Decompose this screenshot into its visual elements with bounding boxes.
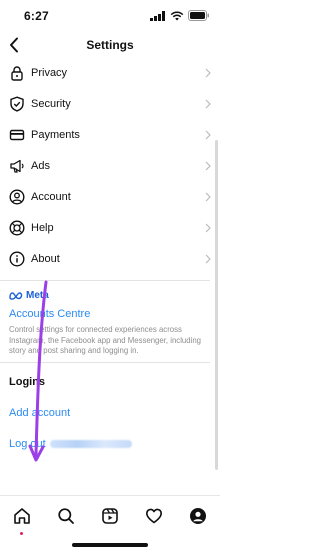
person-icon [9, 189, 25, 205]
megaphone-icon [9, 158, 25, 174]
lock-icon [9, 65, 25, 81]
tab-bar [0, 495, 220, 550]
profile-icon [190, 508, 206, 524]
divider [0, 362, 210, 363]
settings-item-label: Payments [31, 129, 80, 141]
chevron-right-icon [205, 161, 211, 171]
status-bar: 6:27 [0, 0, 220, 30]
nav-bar: Settings [0, 30, 220, 60]
meta-section: Meta Accounts Centre Control settings fo… [9, 288, 209, 357]
settings-item-label: Ads [31, 160, 50, 172]
scrollbar[interactable] [215, 140, 218, 470]
divider [0, 280, 210, 281]
tab-profile[interactable] [186, 504, 210, 528]
settings-item-account[interactable]: Account [0, 182, 220, 213]
accounts-centre-description: Control settings for connected experienc… [9, 325, 202, 355]
battery-icon [188, 10, 209, 21]
meta-logo: Meta [9, 288, 209, 302]
accounts-centre-link[interactable]: Accounts Centre [9, 308, 209, 320]
search-icon [58, 508, 74, 524]
settings-item-label: Help [31, 222, 54, 234]
chevron-right-icon [205, 99, 211, 109]
settings-item-about[interactable]: About [0, 244, 220, 275]
lifebuoy-icon [9, 220, 25, 236]
tab-reels[interactable] [98, 504, 122, 528]
settings-list: Privacy Security Payments Ads Account He… [0, 58, 220, 275]
log-out-label: Log out [9, 438, 46, 450]
add-account-button[interactable]: Add account [9, 407, 70, 419]
settings-item-label: Privacy [31, 67, 68, 79]
status-icons [150, 10, 210, 21]
page-title: Settings [86, 38, 134, 52]
signal-icon [150, 10, 165, 21]
tab-activity[interactable] [142, 504, 166, 528]
chevron-right-icon [205, 68, 211, 78]
home-indicator [72, 543, 148, 547]
chevron-right-icon [205, 130, 211, 140]
settings-item-privacy[interactable]: Privacy [0, 58, 220, 89]
home-icon [14, 508, 30, 524]
heart-icon [146, 508, 162, 524]
settings-item-label: Security [31, 98, 71, 110]
meta-infinity-icon [9, 291, 23, 300]
settings-item-label: About [31, 253, 60, 265]
tab-search[interactable] [54, 504, 78, 528]
tab-home[interactable] [10, 504, 34, 535]
settings-item-payments[interactable]: Payments [0, 120, 220, 151]
chevron-right-icon [205, 223, 211, 233]
settings-item-security[interactable]: Security [0, 89, 220, 120]
chevron-right-icon [205, 254, 211, 264]
shield-icon [9, 96, 25, 112]
settings-item-label: Account [31, 191, 71, 203]
log-out-button[interactable]: Log out [9, 438, 132, 450]
active-tab-indicator [20, 532, 23, 535]
logins-heading: Logins [9, 376, 46, 388]
wifi-icon [170, 10, 184, 20]
chevron-right-icon [205, 192, 211, 202]
info-icon [9, 251, 25, 267]
settings-item-help[interactable]: Help [0, 213, 220, 244]
status-time: 6:27 [24, 9, 49, 23]
card-icon [9, 127, 25, 143]
redacted-username [49, 440, 132, 448]
meta-logo-text: Meta [26, 289, 49, 301]
settings-item-ads[interactable]: Ads [0, 151, 220, 182]
reels-icon [102, 508, 118, 524]
